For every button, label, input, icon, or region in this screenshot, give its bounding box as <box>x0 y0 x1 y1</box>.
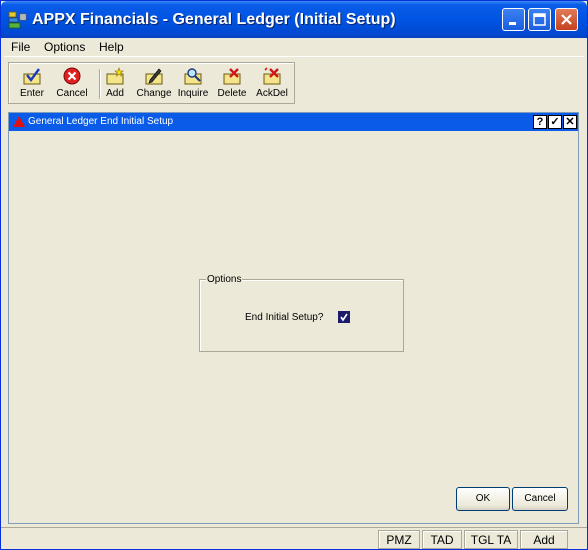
inner-window-title: General Ledger End Initial Setup <box>28 116 174 127</box>
inquire-label: Inquire <box>177 88 209 99</box>
end-initial-setup-checkbox[interactable] <box>338 311 350 323</box>
change-icon <box>145 68 163 85</box>
ackdel-button[interactable]: AckDel <box>252 66 292 102</box>
title-bar[interactable]: APPX Financials - General Ledger (Initia… <box>1 1 587 38</box>
options-group-legend: Options <box>206 274 243 285</box>
delete-button[interactable]: Delete <box>212 66 252 102</box>
enter-label: Enter <box>20 88 44 99</box>
close-button[interactable] <box>555 8 578 31</box>
appx-app-icon <box>8 10 28 30</box>
add-button[interactable]: Add <box>95 66 135 102</box>
menu-file[interactable]: File <box>11 40 30 54</box>
ok-button[interactable]: OK <box>456 487 510 511</box>
add-label: Add <box>106 88 124 99</box>
status-cell-pmz: PMZ <box>378 530 420 549</box>
add-icon <box>106 67 124 85</box>
ackdel-icon <box>263 67 281 85</box>
inner-close-button[interactable]: ✕ <box>563 115 577 129</box>
delete-label: Delete <box>217 88 247 99</box>
options-group: Options End Initial Setup? <box>199 274 404 352</box>
app-window: APPX Financials - General Ledger (Initia… <box>0 0 588 550</box>
maximize-icon <box>533 13 546 26</box>
minimize-button[interactable] <box>502 8 525 31</box>
help-button[interactable]: ? <box>533 115 547 129</box>
inquire-icon <box>184 68 202 85</box>
inner-title-bar[interactable]: General Ledger End Initial Setup ? ✓ ✕ <box>9 113 578 131</box>
window-title: APPX Financials - General Ledger (Initia… <box>32 11 396 28</box>
status-cell-tglta: TGL TA <box>464 530 518 549</box>
menu-options[interactable]: Options <box>44 40 85 54</box>
menu-bar: File Options Help <box>4 38 584 57</box>
cancel-label: Cancel <box>56 88 88 99</box>
cancel-icon <box>63 67 81 85</box>
checkmark-icon <box>339 312 349 322</box>
status-bar: PMZ TAD TGL TA Add <box>1 527 587 549</box>
cancel-button[interactable]: Cancel <box>52 66 92 102</box>
warning-icon <box>13 116 25 127</box>
change-button[interactable]: Change <box>134 66 174 102</box>
enter-button[interactable]: Enter <box>12 66 52 102</box>
change-label: Change <box>136 88 172 99</box>
close-icon <box>561 14 572 25</box>
inquire-button[interactable]: Inquire <box>173 66 213 102</box>
status-cell-tad: TAD <box>422 530 462 549</box>
end-initial-setup-label: End Initial Setup? <box>245 312 324 323</box>
inner-frame: General Ledger End Initial Setup ? ✓ ✕ O… <box>8 112 579 524</box>
menu-help[interactable]: Help <box>99 40 124 54</box>
maximize-button[interactable] <box>528 8 551 31</box>
ackdel-label: AckDel <box>256 88 288 99</box>
status-cell-mode: Add <box>520 530 568 549</box>
delete-icon <box>223 68 241 85</box>
confirm-button[interactable]: ✓ <box>548 115 562 129</box>
toolbar: Enter Cancel Add Change Inquire Delete A… <box>8 62 295 104</box>
minimize-icon <box>509 22 516 25</box>
enter-icon <box>23 68 41 85</box>
dialog-cancel-button[interactable]: Cancel <box>512 487 568 511</box>
